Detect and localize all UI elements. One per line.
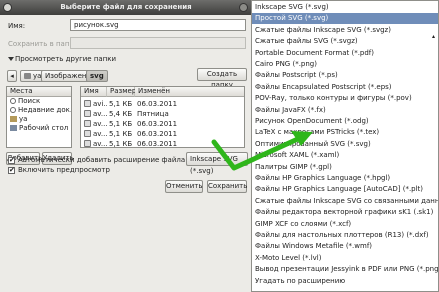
create-folder-button[interactable]: Создать папку bbox=[197, 68, 247, 89]
file-row-name[interactable]: avi... bbox=[84, 99, 107, 109]
desktop-icon bbox=[10, 125, 17, 131]
place-item-desktop[interactable]: Рабочий стол bbox=[7, 124, 71, 133]
file-list: Имя Размер Изменён avi... 5,1 КБ 06.03.2… bbox=[80, 86, 245, 148]
file-row-name[interactable]: av... bbox=[84, 139, 107, 147]
file-type-option[interactable]: Простой SVG (*.svg) bbox=[252, 13, 438, 24]
save-button[interactable]: Сохранить bbox=[207, 180, 247, 193]
file-row-date: Пятница bbox=[137, 110, 169, 118]
expander-arrow-icon[interactable] bbox=[8, 57, 14, 61]
file-row-date: 06.03.2011 bbox=[137, 140, 178, 148]
file-type-option[interactable]: X-Moto Level (*.lvl) bbox=[252, 253, 438, 263]
file-icon bbox=[84, 140, 91, 147]
preview-label: Включить предпросмотр bbox=[18, 166, 110, 174]
file-type-option[interactable]: Portable Document Format (*.pdf) bbox=[252, 48, 438, 58]
file-type-option[interactable]: Файлы Postscript (*.ps) bbox=[252, 70, 438, 80]
file-type-option[interactable]: Рисунок OpenDocument (*.odg) bbox=[252, 116, 438, 126]
cancel-button[interactable]: Отменить bbox=[165, 180, 203, 193]
preview-checkbox[interactable] bbox=[8, 166, 15, 174]
scroll-up-icon[interactable]: ▴ bbox=[429, 33, 438, 42]
file-icon bbox=[84, 100, 91, 107]
file-type-option[interactable]: GIMP XCF со слоями (*.xcf) bbox=[252, 219, 438, 229]
filename-input[interactable]: рисунок.svg bbox=[70, 19, 246, 31]
file-type-option[interactable]: Файлы Windows Metafile (*.wmf) bbox=[252, 241, 438, 251]
file-row-name[interactable]: av... bbox=[84, 129, 107, 139]
file-row-date: 06.03.2011 bbox=[137, 120, 178, 128]
chevron-left-icon: ◂ bbox=[10, 72, 14, 80]
file-type-option[interactable]: POV-Ray, только контуры и фигуры (*.pov) bbox=[252, 93, 438, 103]
file-type-option[interactable]: Файлы HP Graphics Language [AutoCAD] (*.… bbox=[252, 184, 438, 194]
name-label: Имя: bbox=[8, 22, 26, 30]
file-type-option[interactable]: Палитры GIMP (*.gpl) bbox=[252, 162, 438, 172]
save-file-dialog: Выберите файл для сохранения Имя: рисуно… bbox=[0, 0, 252, 292]
file-row-size: 5,4 КБ bbox=[109, 110, 133, 118]
folder-label: Сохранить в папке bbox=[8, 40, 78, 48]
file-row-size: 5,1 КБ bbox=[109, 140, 133, 148]
search-icon bbox=[10, 98, 16, 104]
file-type-option[interactable]: Угадать по расширению bbox=[252, 276, 438, 286]
file-type-option[interactable]: Сжатые файлы Inkscape SVG со связанными … bbox=[252, 196, 438, 206]
file-type-option[interactable]: Файлы JavaFX (*.fx) bbox=[252, 105, 438, 115]
file-type-option[interactable]: Файлы Encapsulated Postscript (*.eps) bbox=[252, 82, 438, 92]
place-item-recent[interactable]: Недавние док... bbox=[7, 106, 71, 115]
file-type-option[interactable]: Оптимизированный SVG (*.svg) bbox=[252, 139, 438, 149]
dialog-title: Выберите файл для сохранения bbox=[0, 0, 252, 15]
file-type-option[interactable]: Cairo PNG (*.png) bbox=[252, 59, 438, 69]
column-header-size[interactable]: Размер bbox=[107, 87, 136, 97]
file-icon bbox=[84, 120, 91, 127]
place-item-search[interactable]: Поиск bbox=[7, 97, 71, 106]
home-folder-icon bbox=[24, 73, 31, 79]
column-header-modified[interactable]: Изменён bbox=[135, 87, 244, 97]
file-type-option[interactable]: LaTeX с макросами PSTricks (*.tex) bbox=[252, 127, 438, 137]
folder-combo bbox=[70, 37, 246, 49]
file-icon bbox=[84, 110, 91, 117]
browse-folders-expander[interactable]: Просмотреть другие папки bbox=[15, 55, 116, 63]
file-row-size: 5,1 КБ bbox=[109, 130, 133, 138]
file-type-combo[interactable]: Inkscape SVG (*.svg) bbox=[186, 152, 248, 175]
auto-extension-label: Автоматически добавить расширение файла bbox=[18, 156, 186, 164]
file-row-date: 06.03.2011 bbox=[137, 100, 178, 108]
file-type-dropdown-list: Inkscape SVG (*.svg) Простой SVG (*.svg)… bbox=[251, 0, 439, 292]
file-icon bbox=[84, 130, 91, 137]
place-item-home[interactable]: ya bbox=[7, 115, 71, 124]
file-type-option[interactable]: Microsoft XAML (*.xaml) bbox=[252, 150, 438, 160]
column-header-name[interactable]: Имя bbox=[81, 87, 107, 97]
file-type-option[interactable]: Сжатые файлы Inkscape SVG (*.svgz) bbox=[252, 25, 438, 35]
file-row-name[interactable]: av... bbox=[84, 109, 107, 119]
file-type-option[interactable]: Файлы HP Graphics Language (*.hpgl) bbox=[252, 173, 438, 183]
file-row-size: 5,1 КБ bbox=[109, 120, 133, 128]
maximize-icon[interactable] bbox=[239, 3, 248, 12]
path-back-button[interactable]: ◂ bbox=[7, 70, 17, 82]
auto-extension-checkbox[interactable] bbox=[8, 156, 15, 164]
file-type-option[interactable]: Вывод презентации Jessyink в PDF или PNG… bbox=[252, 264, 438, 274]
file-type-option[interactable]: Inkscape SVG (*.svg) bbox=[252, 2, 438, 12]
file-type-option[interactable]: Файлы для настольных плоттеров (R13) (*.… bbox=[252, 230, 438, 240]
file-type-option[interactable]: Файлы редактора векторной графики sK1 (.… bbox=[252, 207, 438, 217]
places-header: Места bbox=[7, 87, 71, 97]
close-icon[interactable] bbox=[3, 3, 12, 12]
file-row-name[interactable]: av... bbox=[84, 119, 107, 129]
places-panel: Места Поиск Недавние док... ya Рабочий с… bbox=[6, 86, 72, 148]
file-type-option[interactable]: Сжатые файлы SVG (*.svgz) bbox=[252, 36, 438, 46]
folder-icon bbox=[10, 116, 17, 122]
path-button-svg[interactable]: svg bbox=[86, 70, 108, 82]
file-row-date: 06.03.2011 bbox=[137, 130, 178, 138]
clock-icon bbox=[10, 107, 16, 113]
file-row-size: 5,1 КБ bbox=[109, 100, 133, 108]
